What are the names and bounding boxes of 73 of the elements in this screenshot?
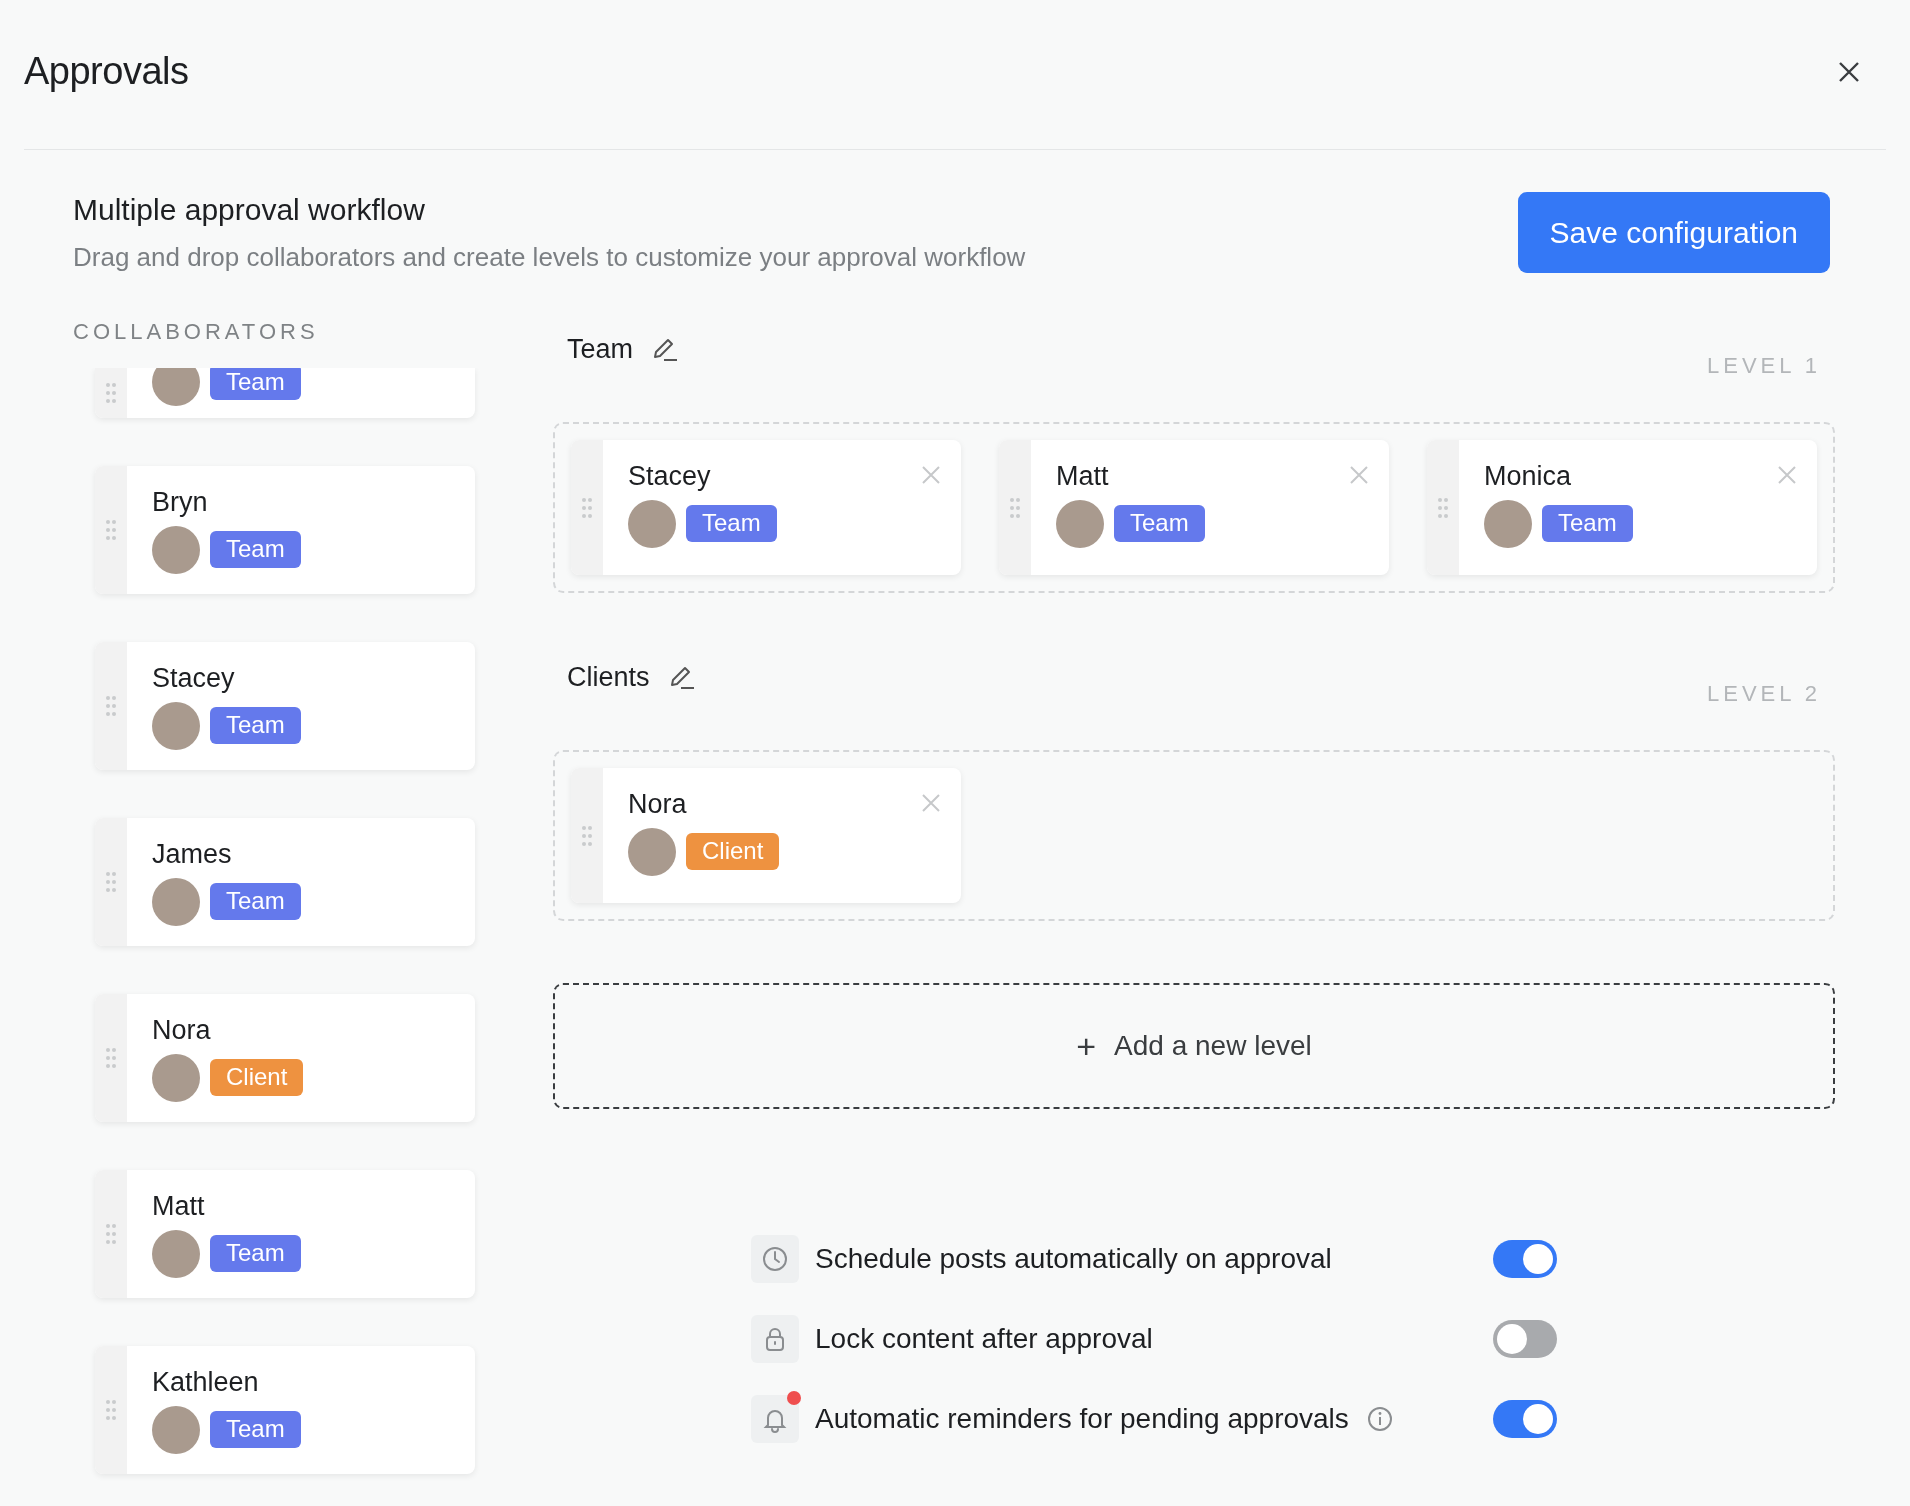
toggle-switch[interactable] — [1493, 1320, 1557, 1358]
role-tag: Client — [686, 833, 780, 871]
avatar-placeholder — [152, 701, 200, 750]
level-name: Team — [567, 333, 634, 366]
level-label: LEVEL 2 — [1706, 680, 1821, 708]
collaborator-card[interactable]: Matt Team — [999, 440, 1389, 575]
drag-handle-icon[interactable] — [105, 1223, 117, 1245]
level-label: LEVEL 1 — [1706, 352, 1821, 380]
drag-handle-icon[interactable] — [105, 1047, 117, 1069]
avatar-placeholder — [152, 1053, 200, 1102]
role-tag: Team — [210, 531, 301, 569]
add-level-button[interactable]: + Add a new level — [553, 983, 1835, 1109]
section-description: Drag and drop collaborators and create levels to customize your approval workflow — [73, 241, 1026, 274]
role-tag: Team — [210, 368, 301, 401]
level-name: Clients — [567, 661, 650, 694]
collaborator-card[interactable]: Bryn Team — [95, 466, 475, 594]
info-icon[interactable] — [1366, 1406, 1393, 1432]
avatar-placeholder — [1056, 499, 1104, 548]
setting-label: Schedule posts automatically on approval — [815, 1242, 1332, 1276]
collaborator-card[interactable]: Monica Team — [1427, 440, 1817, 575]
collaborator-name: Monica — [1484, 462, 1572, 492]
collaborator-card[interactable]: Stacey Team — [95, 642, 475, 770]
drag-handle-icon[interactable] — [105, 1399, 117, 1421]
drag-handle-icon[interactable] — [105, 519, 117, 541]
toggle-switch[interactable] — [1493, 1400, 1557, 1438]
role-tag: Client — [210, 1059, 304, 1097]
role-tag: Team — [210, 1411, 301, 1449]
avatar-placeholder — [152, 1405, 200, 1454]
drag-handle-icon[interactable] — [105, 695, 117, 717]
collaborator-card[interactable]: James Team — [95, 818, 475, 946]
avatar-placeholder — [152, 525, 200, 574]
collaborators-heading: COLLABORATORS — [73, 318, 320, 346]
drag-handle-icon[interactable] — [1009, 496, 1021, 519]
collaborator-card[interactable]: Matt Team — [95, 1170, 475, 1298]
role-tag: Team — [686, 505, 777, 543]
collaborator-name: Nora — [152, 1016, 211, 1046]
role-tag: Team — [1114, 505, 1205, 543]
section-title: Multiple approval workflow — [73, 192, 426, 228]
collaborator-card[interactable]: Stacey Team — [571, 440, 961, 575]
notification-dot — [787, 1391, 801, 1405]
collaborator-name: Matt — [1056, 462, 1109, 492]
clock-icon — [761, 1245, 789, 1273]
drag-handle-icon[interactable] — [1437, 496, 1449, 519]
collaborator-name: Stacey — [628, 462, 711, 492]
toggle-switch[interactable] — [1493, 1240, 1557, 1278]
collaborator-card[interactable]: Team — [95, 368, 475, 418]
collaborator-name: Nora — [628, 790, 687, 820]
setting-label: Lock content after approval — [815, 1322, 1153, 1356]
drag-handle-icon[interactable] — [105, 382, 117, 404]
role-tag: Team — [210, 883, 301, 921]
collaborator-card[interactable]: Kathleen Team — [95, 1346, 475, 1474]
collaborator-name: Kathleen — [152, 1368, 259, 1398]
setting-label: Automatic reminders for pending approvals — [815, 1402, 1349, 1436]
avatar-placeholder — [628, 499, 676, 548]
role-tag: Team — [1542, 505, 1633, 543]
collaborator-card[interactable]: Nora Client — [571, 768, 961, 903]
collaborator-name: Stacey — [152, 664, 235, 694]
collaborator-card[interactable]: Nora Client — [95, 994, 475, 1122]
avatar-placeholder — [628, 827, 676, 876]
drag-handle-icon[interactable] — [581, 824, 593, 847]
role-tag: Team — [210, 1235, 301, 1273]
avatar-placeholder — [152, 877, 200, 926]
window-title: Approvals — [24, 48, 189, 94]
avatar-placeholder — [1484, 499, 1532, 548]
collaborator-name: Bryn — [152, 488, 208, 518]
avatar-placeholder — [152, 1229, 200, 1278]
collaborator-name: James — [152, 840, 232, 870]
drag-handle-icon[interactable] — [105, 871, 117, 893]
drag-handle-icon[interactable] — [581, 496, 593, 519]
collaborator-name: Matt — [152, 1192, 205, 1222]
save-configuration-button[interactable]: Save configuration — [1517, 192, 1830, 273]
role-tag: Team — [210, 707, 301, 745]
avatar-placeholder — [152, 368, 200, 406]
